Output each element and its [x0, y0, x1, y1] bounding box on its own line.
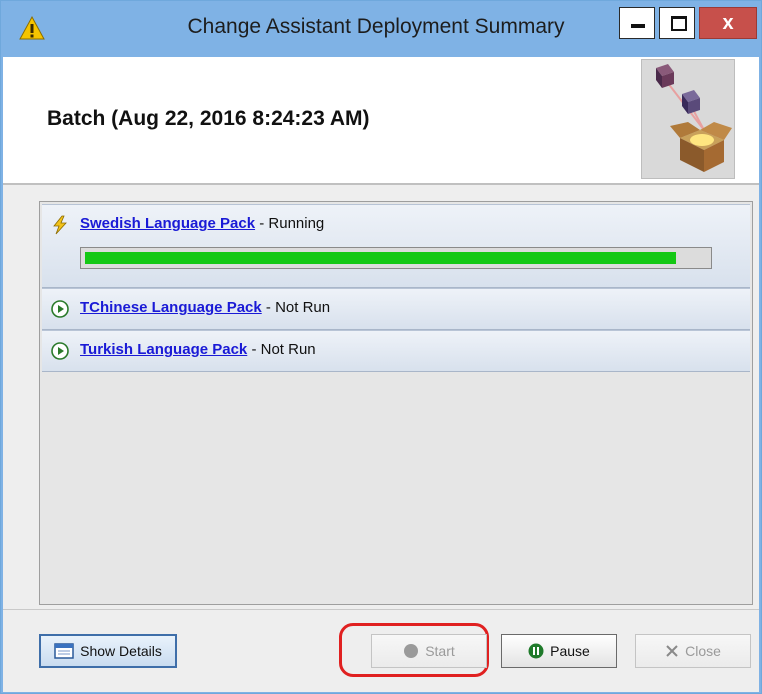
start-label: Start — [425, 643, 455, 659]
step-label: Turkish Language Pack - Not Run — [80, 341, 316, 358]
deployment-boxes-icon — [641, 59, 735, 179]
minimize-icon — [631, 24, 645, 28]
step-list[interactable]: Swedish Language Pack - Running TChinese… — [39, 201, 753, 605]
pause-icon — [528, 643, 544, 659]
progress-fill — [85, 252, 676, 264]
step-status: - Running — [255, 215, 325, 232]
play-circle-icon — [51, 342, 69, 360]
step-link-tchinese[interactable]: TChinese Language Pack — [80, 299, 262, 316]
start-button[interactable]: Start — [371, 634, 487, 668]
pause-label: Pause — [550, 643, 590, 659]
step-label: TChinese Language Pack - Not Run — [80, 299, 330, 316]
title-bar[interactable]: Change Assistant Deployment Summary x — [1, 1, 761, 57]
content-area: Swedish Language Pack - Running TChinese… — [3, 185, 759, 609]
batch-title: Batch (Aug 22, 2016 8:24:23 AM) — [47, 107, 370, 130]
step-link-swedish[interactable]: Swedish Language Pack — [80, 215, 255, 232]
play-circle-icon — [51, 300, 69, 318]
window-title: Change Assistant Deployment Summary — [187, 15, 565, 38]
button-bar: Show Details Start Pause Close — [3, 609, 759, 692]
show-details-label: Show Details — [80, 643, 162, 659]
step-row-tchinese[interactable]: TChinese Language Pack - Not Run — [42, 288, 750, 330]
close-window-button[interactable]: x — [699, 7, 757, 39]
start-icon — [404, 644, 419, 658]
step-row-turkish[interactable]: Turkish Language Pack - Not Run — [42, 330, 750, 372]
close-label: Close — [685, 643, 721, 659]
step-status: - Not Run — [247, 341, 316, 358]
details-window-icon — [54, 643, 74, 659]
close-x-icon — [666, 645, 678, 657]
maximize-button[interactable] — [659, 7, 695, 39]
lightning-icon — [53, 215, 67, 235]
pause-button[interactable]: Pause — [501, 634, 617, 668]
warning-triangle-icon — [19, 15, 45, 40]
step-status: - Not Run — [261, 299, 331, 316]
minimize-button[interactable] — [619, 7, 655, 39]
step-row-swedish[interactable]: Swedish Language Pack - Running — [42, 204, 750, 288]
show-details-button[interactable]: Show Details — [39, 634, 177, 668]
deployment-summary-window: Change Assistant Deployment Summary x Ba… — [0, 0, 762, 694]
maximize-icon — [671, 16, 687, 31]
close-button[interactable]: Close — [635, 634, 751, 668]
summary-header: Batch (Aug 22, 2016 8:24:23 AM) — [3, 57, 759, 183]
progress-bar — [80, 247, 712, 269]
close-icon: x — [722, 12, 734, 34]
step-link-turkish[interactable]: Turkish Language Pack — [80, 341, 247, 358]
step-label: Swedish Language Pack - Running — [80, 215, 324, 232]
